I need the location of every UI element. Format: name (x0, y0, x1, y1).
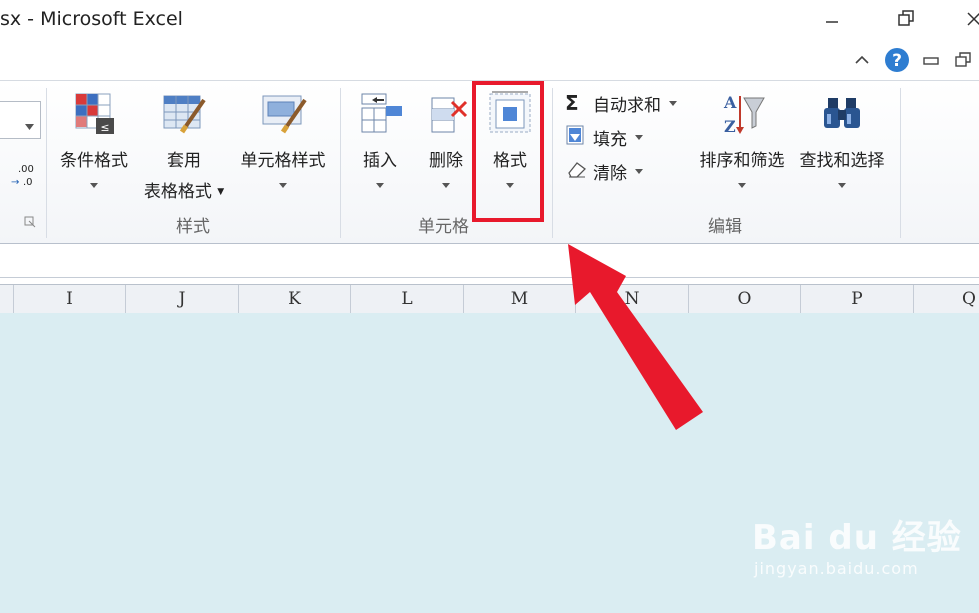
watermark-sub: jingyan.baidu.com (754, 559, 919, 578)
watermark-main: Bai du 经验 (752, 518, 962, 558)
watermark: Bai du 经验 jingyan.baidu.com (752, 510, 962, 578)
